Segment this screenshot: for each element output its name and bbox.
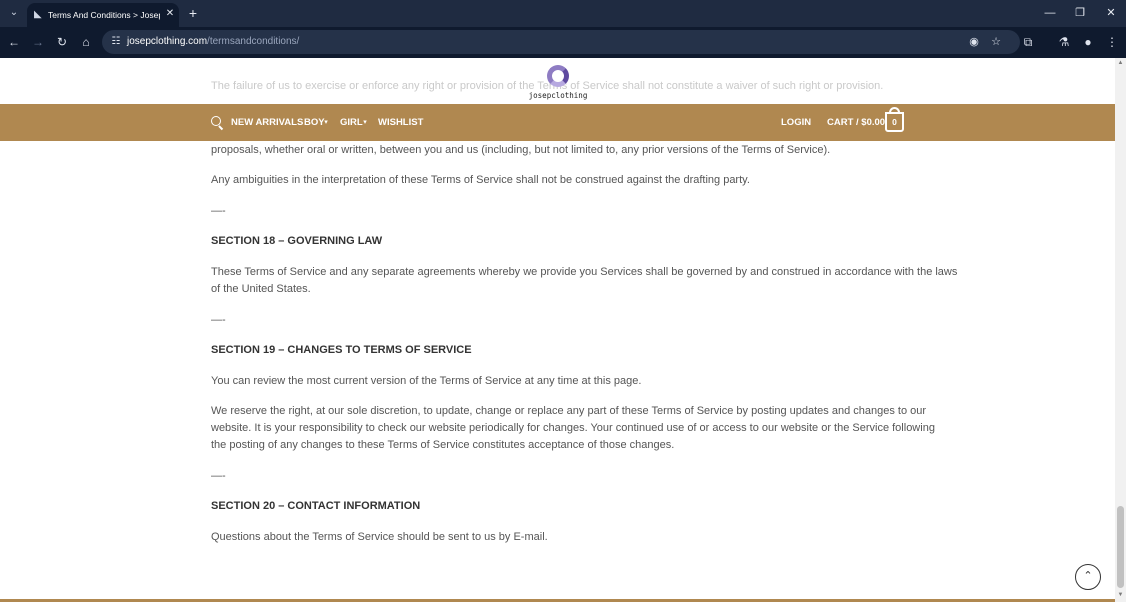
url-host: josepclothing.com xyxy=(127,36,208,47)
close-window-button[interactable]: ✕ xyxy=(1103,5,1119,21)
nav-girl[interactable]: GIRL xyxy=(340,116,363,130)
address-bar[interactable]: ☷ josepclothing.com/termsandconditions/ … xyxy=(102,30,1020,54)
nav-cart[interactable]: CART / $0.00 xyxy=(827,116,885,130)
forward-icon[interactable]: → xyxy=(30,34,46,50)
scroll-up-icon[interactable]: ▲ xyxy=(1117,60,1124,67)
paragraph-line: of the United States. xyxy=(211,283,311,295)
nav-new-arrivals[interactable]: NEW ARRIVALS xyxy=(231,116,303,130)
paragraph-line: Questions about the Terms of Service sho… xyxy=(211,531,548,543)
tab-close-icon[interactable]: ✕ xyxy=(164,8,176,20)
chevron-up-icon: ⌃ xyxy=(1083,570,1093,582)
paragraph-line: Any ambiguities in the interpretation of… xyxy=(211,174,750,186)
extensions-icon[interactable]: ⧉ xyxy=(1020,34,1036,50)
search-icon[interactable] xyxy=(210,115,224,131)
paragraph-line: the posting of any changes to these Term… xyxy=(211,439,675,451)
section-separator: —- xyxy=(211,205,226,217)
back-to-top-button[interactable]: ⌃ xyxy=(1075,564,1101,590)
section-19-heading: SECTION 19 – CHANGES TO TERMS OF SERVICE xyxy=(211,344,472,356)
site-info-icon[interactable]: ☷ xyxy=(110,35,122,49)
chevron-down-icon: ▾ xyxy=(324,119,328,126)
nav-login[interactable]: LOGIN xyxy=(781,116,811,130)
scroll-thumb[interactable] xyxy=(1117,506,1124,588)
page-scrollbar[interactable]: ▲ ▼ xyxy=(1115,58,1126,602)
new-tab-button[interactable]: + xyxy=(186,5,200,21)
site-logo[interactable]: josepclothing xyxy=(518,64,598,104)
paragraph-line: website. It is your responsibility to ch… xyxy=(211,422,935,434)
profile-icon[interactable]: ● xyxy=(1080,34,1096,50)
tracking-protection-icon[interactable]: ◉ xyxy=(966,34,982,50)
scroll-down-icon[interactable]: ▼ xyxy=(1117,592,1124,599)
back-icon[interactable]: ← xyxy=(6,34,22,50)
lab-icon[interactable]: ⚗ xyxy=(1056,34,1072,50)
paragraph-line: proposals, whether oral or written, betw… xyxy=(211,144,831,156)
section-separator: —- xyxy=(211,470,226,482)
logo-text: josepclothing xyxy=(528,91,588,100)
main-nav: NEW ARRIVALS BOY ▾ GIRL ▾ WISHLIST LOGIN… xyxy=(0,104,1115,141)
section-18-heading: SECTION 18 – GOVERNING LAW xyxy=(211,235,383,247)
browser-toolbar: ← → ↻ ⌂ ☷ josepclothing.com/termsandcond… xyxy=(0,27,1126,58)
paragraph-line: These Terms of Service and any separate … xyxy=(211,266,958,278)
cart-count-badge[interactable]: 0 xyxy=(885,112,904,132)
menu-icon[interactable]: ⋮ xyxy=(1104,34,1120,50)
reload-icon[interactable]: ↻ xyxy=(54,34,70,50)
url-path: /termsandconditions/ xyxy=(207,36,300,47)
section-separator: —- xyxy=(211,314,226,326)
browser-tab[interactable]: ◣ Terms And Conditions > Josep ✕ xyxy=(27,3,179,27)
web-page: The failure of us to exercise or enforce… xyxy=(0,58,1115,602)
restore-button[interactable]: ❐ xyxy=(1072,5,1088,21)
tab-search-icon[interactable]: ⌄ xyxy=(6,5,22,21)
paragraph-line: You can review the most current version … xyxy=(211,375,642,387)
url-text: josepclothing.com/termsandconditions/ xyxy=(127,35,299,49)
favicon-icon: ◣ xyxy=(34,9,42,20)
minimize-button[interactable]: — xyxy=(1042,5,1058,21)
tab-title: Terms And Conditions > Josep xyxy=(48,10,160,20)
home-icon[interactable]: ⌂ xyxy=(78,34,94,50)
logo-ring-icon xyxy=(547,65,569,87)
bookmark-star-icon[interactable]: ☆ xyxy=(988,34,1004,50)
nav-wishlist[interactable]: WISHLIST xyxy=(378,116,423,130)
section-20-heading: SECTION 20 – CONTACT INFORMATION xyxy=(211,500,421,512)
paragraph-line: We reserve the right, at our sole discre… xyxy=(211,405,927,417)
chevron-down-icon: ▾ xyxy=(363,119,367,126)
browser-tab-bar: ⌄ ◣ Terms And Conditions > Josep ✕ + — ❐… xyxy=(0,0,1126,27)
